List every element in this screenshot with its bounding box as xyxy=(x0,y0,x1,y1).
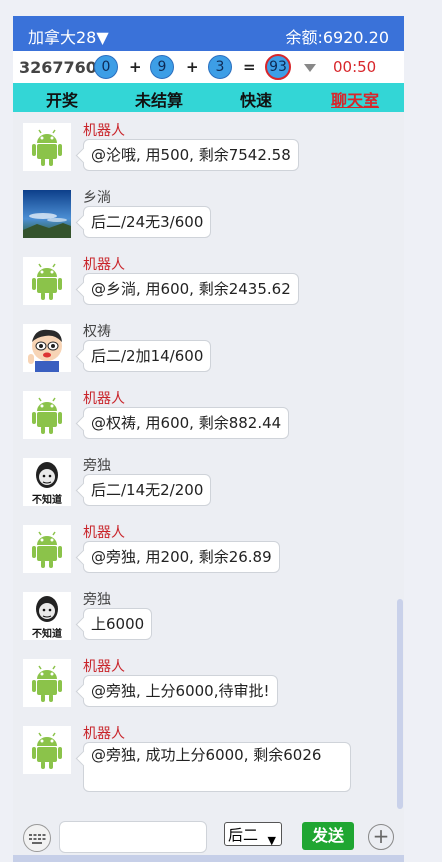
tab-bar: 开奖 未结算 快速 聊天室 xyxy=(13,83,404,112)
avatar-caption: 不知道 xyxy=(32,627,62,640)
plus-sign: + xyxy=(129,58,142,76)
message-bubble: @权祷, 用600, 剩余882.44 xyxy=(83,407,290,439)
android-icon xyxy=(23,257,71,305)
android-icon xyxy=(23,726,71,774)
message-bubble: 后二/24无3/600 xyxy=(83,206,212,238)
tab-chatroom[interactable]: 聊天室 xyxy=(331,87,379,111)
countdown-timer: 00:50 xyxy=(333,58,377,76)
sum-ball: 93 xyxy=(265,54,291,80)
send-button[interactable]: 发送 xyxy=(302,822,354,850)
tab-unsettled[interactable]: 未结算 xyxy=(135,87,183,111)
android-icon xyxy=(23,659,71,707)
message-bubble: @沦哦, 用500, 剩余7542.58 xyxy=(83,139,299,171)
chat-list[interactable]: 机器人 @沦哦, 用500, 剩余7542.58 乡淌 后二/24无3/600 … xyxy=(13,112,404,817)
equals-sign: = xyxy=(243,58,256,76)
sender-name: 旁独 xyxy=(83,458,111,474)
draw-result-bar: 3267760 0 + 9 + 3 = 93 00:50 xyxy=(13,51,404,83)
sender-name: 机器人 xyxy=(83,391,125,407)
message-bubble: @旁独, 用200, 剩余26.89 xyxy=(83,541,280,573)
message-bubble: 后二/2加14/600 xyxy=(83,340,212,372)
sender-name: 乡淌 xyxy=(83,190,111,206)
issue-number: 3267760 xyxy=(19,58,97,77)
tab-quick[interactable]: 快速 xyxy=(240,87,272,111)
plus-sign: + xyxy=(186,58,199,76)
result-ball: 0 xyxy=(94,55,118,79)
android-icon xyxy=(23,525,71,573)
expand-history-icon[interactable] xyxy=(304,64,316,72)
lottery-selector[interactable]: 加拿大28▼ xyxy=(28,24,109,48)
cartoon-face-avatar xyxy=(23,324,71,372)
message-bubble: @旁独, 上分6000,待审批! xyxy=(83,675,278,707)
bet-type-value: 后二 xyxy=(228,826,259,844)
meme-face-avatar: 不知道 xyxy=(23,458,71,506)
bottom-scroll-track xyxy=(13,855,404,862)
sender-name: 机器人 xyxy=(83,123,125,139)
message-bubble: @旁独, 成功上分6000, 剩余6026 xyxy=(83,742,351,792)
top-bar: 加拿大28▼ 余额:6920.20 xyxy=(13,16,404,51)
plus-icon[interactable]: + xyxy=(368,824,394,850)
sky-photo-avatar xyxy=(23,190,71,238)
result-ball: 3 xyxy=(208,55,232,79)
android-icon xyxy=(23,391,71,439)
sender-name: 机器人 xyxy=(83,525,125,541)
avatar-caption: 不知道 xyxy=(32,493,62,506)
android-icon xyxy=(23,123,71,171)
meme-face-avatar: 不知道 xyxy=(23,592,71,640)
sender-name: 机器人 xyxy=(83,726,125,742)
message-bubble: 上6000 xyxy=(83,608,153,640)
result-ball: 9 xyxy=(150,55,174,79)
sender-name: 机器人 xyxy=(83,659,125,675)
sender-name: 机器人 xyxy=(83,257,125,273)
keyboard-icon[interactable] xyxy=(23,824,51,852)
chat-scrollbar[interactable] xyxy=(397,599,403,809)
balance-text: 余额:6920.20 xyxy=(285,28,389,47)
bet-type-select[interactable]: 后二 ▼ xyxy=(224,822,282,847)
message-input[interactable] xyxy=(59,821,207,853)
message-bubble: @乡淌, 用600, 剩余2435.62 xyxy=(83,273,299,305)
chevron-down-icon: ▼ xyxy=(267,834,276,847)
sender-name: 权祷 xyxy=(83,324,111,340)
message-bubble: 后二/14无2/200 xyxy=(83,474,212,506)
app-frame: 加拿大28▼ 余额:6920.20 3267760 0 + 9 + 3 = 93… xyxy=(13,16,404,862)
sender-name: 旁独 xyxy=(83,592,111,608)
tab-draw[interactable]: 开奖 xyxy=(46,87,78,111)
